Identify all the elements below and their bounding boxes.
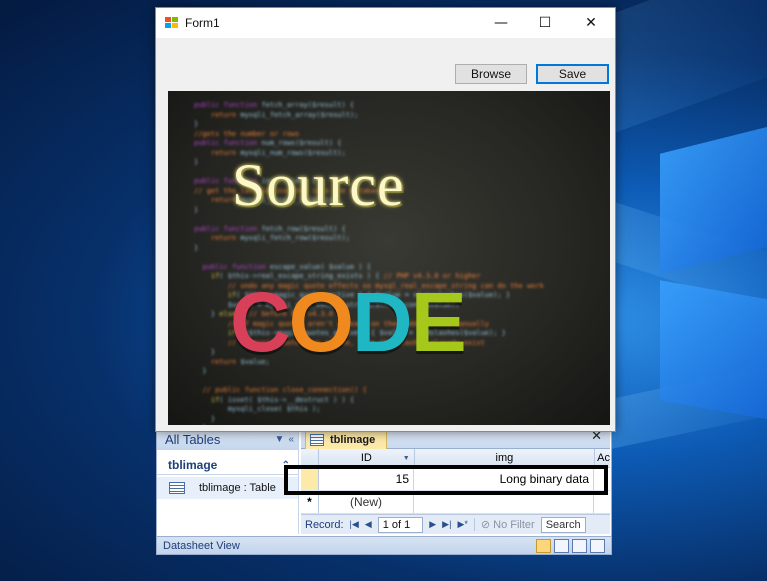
code-letter: D (352, 275, 413, 369)
new-record-icon[interactable]: ▶* (457, 519, 467, 530)
minimize-icon[interactable]: — (478, 8, 524, 38)
datasheet-view-icon[interactable] (536, 538, 551, 553)
last-record-icon[interactable]: ▶| (442, 519, 451, 530)
nav-item-label: tblimage : Table (199, 482, 276, 494)
record-navigator: Record: |◀ ◀ 1 of 1 ▶ ▶| ▶* ⊘ No Filter … (301, 514, 610, 534)
source-title: Source (232, 152, 405, 218)
tab-label: tblimage (330, 434, 376, 446)
tab-tblimage[interactable]: tblimage (305, 430, 387, 449)
save-button[interactable]: Save (536, 64, 609, 84)
design-view-icon[interactable] (590, 538, 605, 553)
filter-icon: ⊘ (480, 519, 494, 531)
picture-box: public function fetch_array($result) { r… (168, 91, 610, 425)
column-label: ID (360, 452, 372, 464)
form1-window: Form1 — ☐ ✕ Browse Save public function … (155, 7, 616, 432)
close-icon[interactable]: ✕ (568, 8, 614, 38)
app-icon (165, 17, 179, 29)
nav-group-tblimage[interactable]: tblimage ⌃ (157, 456, 298, 475)
nav-item-tblimage-table[interactable]: tblimage : Table (157, 477, 298, 499)
code-letter: O (288, 275, 354, 369)
code-letter: C (230, 275, 291, 369)
title-bar[interactable]: Form1 — ☐ ✕ (156, 8, 615, 38)
table-icon (169, 482, 185, 494)
status-bar: Datasheet View (157, 536, 611, 554)
code-title: C O D E (230, 274, 467, 371)
nav-group-label: tblimage (168, 458, 218, 472)
highlight-box (284, 465, 608, 495)
prev-record-icon[interactable]: ◀ (365, 519, 372, 530)
navigation-pane: All Tables ▼ « tblimage ⌃ tblimage : Tab… (157, 428, 299, 534)
record-count[interactable]: 1 of 1 (377, 516, 424, 533)
status-text: Datasheet View (163, 539, 240, 552)
pivot-table-view-icon[interactable] (554, 538, 569, 553)
table-icon (310, 434, 324, 446)
record-label: Record: (305, 518, 344, 531)
window-title: Form1 (185, 16, 220, 30)
column-label: img (495, 452, 514, 464)
next-record-icon[interactable]: ▶ (429, 519, 436, 530)
nav-pane-title: All Tables (165, 431, 221, 447)
maximize-icon[interactable]: ☐ (522, 8, 568, 38)
sort-dropdown-icon[interactable]: ▼ (403, 455, 410, 462)
first-record-icon[interactable]: |◀ (350, 519, 359, 530)
no-filter-label: No Filter (493, 519, 535, 531)
code-letter: E (410, 275, 467, 369)
pivot-chart-view-icon[interactable] (572, 538, 587, 553)
search-box[interactable]: Search (540, 516, 586, 533)
column-label: Ac (597, 452, 610, 464)
background-code-image: public function fetch_array($result) { r… (194, 101, 544, 425)
nav-dropdown-icon[interactable]: ▼ (275, 434, 285, 445)
no-filter-button[interactable]: ⊘ No Filter (473, 518, 535, 531)
nav-collapse-icon[interactable]: « (288, 434, 294, 445)
browse-button[interactable]: Browse (455, 64, 527, 84)
